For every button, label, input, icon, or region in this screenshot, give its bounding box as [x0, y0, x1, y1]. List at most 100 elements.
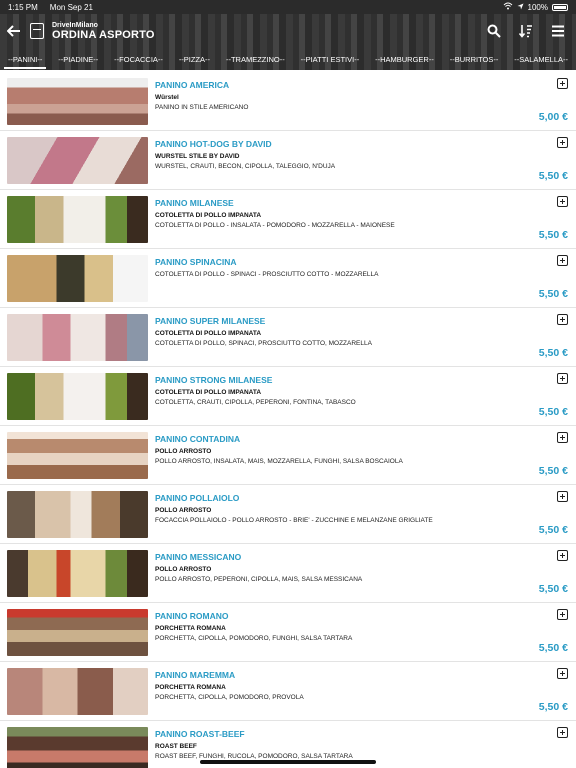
product-price: 5,50 € — [538, 288, 568, 300]
header: DriveInMilano ORDINA ASPORTO — [0, 14, 576, 48]
add-button[interactable] — [557, 550, 568, 561]
status-bar: 1:15 PM Mon Sep 21 100% — [0, 0, 576, 14]
tab-hamburger[interactable]: --HAMBURGER-- — [375, 50, 434, 69]
add-button[interactable] — [557, 196, 568, 207]
product-subtitle: COTOLETTA DI POLLO IMPANATA — [155, 212, 262, 219]
product-subtitle: ROAST BEEF — [155, 743, 197, 750]
tab-salamella[interactable]: --SALAMELLA-- — [514, 50, 568, 69]
add-button[interactable] — [557, 137, 568, 148]
home-indicator — [200, 760, 376, 764]
product-name: PANINO MILANESE — [155, 198, 234, 208]
add-button[interactable] — [557, 78, 568, 89]
product-description: PANINO IN STILE AMERICANO — [155, 104, 249, 111]
product-subtitle: COTOLETTA DI POLLO IMPANATA — [155, 389, 262, 396]
product-description: COTOLETTA, CRAUTI, CIPOLLA, PEPERONI, FO… — [155, 399, 356, 406]
product-subtitle: COTOLETTA DI POLLO IMPANATA — [155, 330, 262, 337]
add-button[interactable] — [557, 314, 568, 325]
tab-panini[interactable]: --PANINI-- — [3, 50, 47, 69]
product-image — [7, 137, 148, 184]
product-info: PANINO ROMANO PORCHETTA ROMANA PORCHETTA, … — [155, 611, 536, 642]
list-item[interactable]: PANINO SUPER MILANESE COTOLETTA DI POLLO … — [0, 308, 576, 367]
tab-piadine[interactable]: --PIADINE-- — [58, 50, 98, 69]
product-name: PANINO MESSICANO — [155, 552, 242, 562]
add-button[interactable] — [557, 668, 568, 679]
list-item[interactable]: PANINO POLLAIOLO POLLO ARROSTO FOCACCIA PO… — [0, 485, 576, 544]
list-item[interactable]: PANINO CONTADINA POLLO ARROSTO POLLO ARROS… — [0, 426, 576, 485]
tab-pizza[interactable]: --PIZZA-- — [179, 50, 210, 69]
list-item[interactable]: PANINO MILANESE COTOLETTA DI POLLO IMPANA… — [0, 190, 576, 249]
product-image — [7, 255, 148, 302]
product-name: PANINO MAREMMA — [155, 670, 236, 680]
back-button[interactable] — [0, 14, 28, 48]
product-image — [7, 727, 148, 768]
list-item[interactable]: PANINO STRONG MILANESE COTOLETTA DI POLLO… — [0, 367, 576, 426]
product-image — [7, 432, 148, 479]
product-subtitle: POLLO ARROSTO — [155, 566, 212, 573]
product-info: PANINO STRONG MILANESE COTOLETTA DI POLLO… — [155, 375, 536, 406]
product-description: POLLO ARROSTO, PEPERONI, CIPOLLA, MAIS, … — [155, 576, 363, 583]
product-info: PANINO ROAST-BEEF ROAST BEEF ROAST BEEF, F… — [155, 729, 536, 760]
app-name: DriveInMilano — [52, 21, 98, 29]
product-description: FOCACCIA POLLAIOLO - POLLO ARROSTO - BRI… — [155, 517, 433, 524]
search-icon — [487, 24, 501, 38]
wifi-icon — [503, 2, 513, 12]
page-title: ORDINA ASPORTO — [52, 28, 155, 41]
add-button[interactable] — [557, 432, 568, 443]
product-name: PANINO CONTADINA — [155, 434, 241, 444]
list-item[interactable]: PANINO MAREMMA PORCHETTA ROMANA PORCHETTA,… — [0, 662, 576, 721]
product-info: PANINO AMERICA Würstel PANINO IN STILE AME… — [155, 80, 536, 111]
product-subtitle: POLLO ARROSTO — [155, 507, 212, 514]
menu-button[interactable] — [550, 23, 566, 39]
product-info: PANINO HOT-DOG BY DAVID WURSTEL STILE BY … — [155, 139, 536, 170]
product-image — [7, 668, 148, 715]
product-description: POLLO ARROSTO, INSALATA, MAIS, MOZZARELL… — [155, 458, 403, 465]
list-item[interactable]: PANINO SPINACINA COTOLETTA DI POLLO - SPI… — [0, 249, 576, 308]
tab-piatti-estivi[interactable]: --PIATTI ESTIVI-- — [301, 50, 360, 69]
add-button[interactable] — [557, 727, 568, 738]
add-button[interactable] — [557, 609, 568, 620]
battery-icon — [552, 3, 568, 11]
product-info: PANINO MAREMMA PORCHETTA ROMANA PORCHETTA,… — [155, 670, 536, 701]
product-image — [7, 196, 148, 243]
product-image — [7, 78, 148, 125]
product-description: COTOLETTA DI POLLO, SPINACI, PROSCIUTTO … — [155, 340, 372, 347]
search-button[interactable] — [486, 23, 502, 39]
product-name: PANINO POLLAIOLO — [155, 493, 240, 503]
product-image — [7, 491, 148, 538]
add-button[interactable] — [557, 255, 568, 266]
add-button[interactable] — [557, 373, 568, 384]
product-description: COTOLETTA DI POLLO - SPINACI - PROSCIUTT… — [155, 271, 379, 278]
product-subtitle: WURSTEL STILE BY DAVID — [155, 153, 240, 160]
list-item[interactable]: PANINO ROMANO PORCHETTA ROMANA PORCHETTA, … — [0, 603, 576, 662]
add-button[interactable] — [557, 491, 568, 502]
product-price: 5,50 € — [538, 406, 568, 418]
sort-button[interactable] — [518, 23, 534, 39]
product-info: PANINO CONTADINA POLLO ARROSTO POLLO ARROS… — [155, 434, 536, 465]
status-time: 1:15 PM — [8, 2, 38, 12]
product-image — [7, 550, 148, 597]
product-list: PANINO AMERICA Würstel PANINO IN STILE AME… — [0, 72, 576, 768]
list-item[interactable]: PANINO HOT-DOG BY DAVID WURSTEL STILE BY … — [0, 131, 576, 190]
status-right: 100% — [503, 2, 568, 12]
product-price: 5,50 € — [538, 583, 568, 595]
product-price: 5,50 € — [538, 465, 568, 477]
product-price: 5,50 € — [538, 524, 568, 536]
product-image — [7, 373, 148, 420]
tab-tramezzino[interactable]: --TRAMEZZINO-- — [226, 50, 285, 69]
product-subtitle: PORCHETTA ROMANA — [155, 684, 226, 691]
arrow-left-icon — [7, 25, 20, 37]
tab-burritos[interactable]: --BURRITOS-- — [450, 50, 499, 69]
list-item[interactable]: PANINO AMERICA Würstel PANINO IN STILE AME… — [0, 72, 576, 131]
tab-focaccia[interactable]: --FOCACCIA-- — [114, 50, 163, 69]
product-name: PANINO SUPER MILANESE — [155, 316, 266, 326]
location-icon — [517, 3, 524, 12]
product-name: PANINO HOT-DOG BY DAVID — [155, 139, 272, 149]
product-image — [7, 609, 148, 656]
product-description: PORCHETTA, CIPOLLA, POMODORO, PROVOLA — [155, 694, 304, 701]
list-item[interactable]: PANINO MESSICANO POLLO ARROSTO POLLO ARROS… — [0, 544, 576, 603]
product-price: 5,50 € — [538, 642, 568, 654]
sort-icon — [519, 25, 532, 38]
product-info: PANINO POLLAIOLO POLLO ARROSTO FOCACCIA PO… — [155, 493, 536, 524]
product-name: PANINO AMERICA — [155, 80, 230, 90]
product-price: 5,50 € — [538, 347, 568, 359]
